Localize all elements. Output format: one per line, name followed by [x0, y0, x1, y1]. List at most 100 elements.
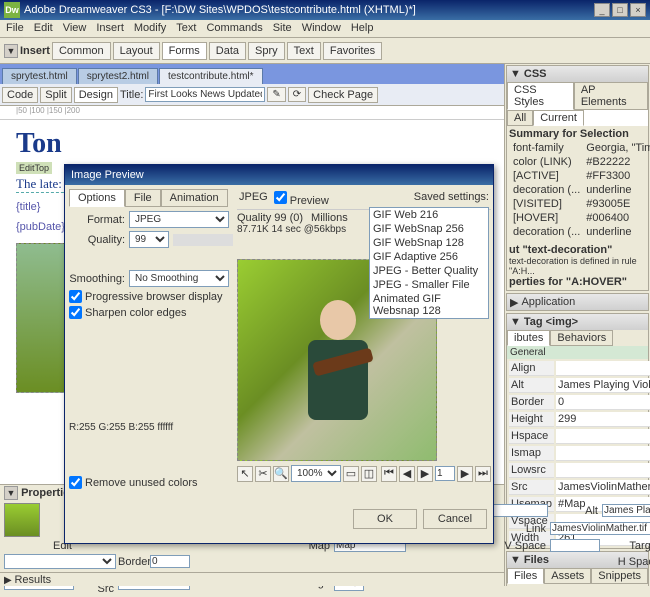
menu-file[interactable]: File: [6, 22, 24, 35]
menu-commands[interactable]: Commands: [206, 22, 262, 35]
zoom-tool-icon[interactable]: 🔍: [273, 466, 289, 482]
menu-help[interactable]: Help: [351, 22, 374, 35]
tag-attributes-table[interactable]: Align AltJames Playing Violin Border0 He…: [507, 359, 650, 548]
document-tabs: sprytest.html sprytest2.html testcontrib…: [0, 64, 504, 84]
first-frame-icon[interactable]: ⏮: [381, 466, 397, 482]
doc-tab-3[interactable]: testcontribute.html*: [159, 68, 263, 84]
doc-tab-1[interactable]: sprytest.html: [2, 68, 77, 84]
title-input[interactable]: [145, 87, 265, 102]
files-tab-snippets[interactable]: Snippets: [591, 568, 648, 584]
last-frame-icon[interactable]: ⏭: [475, 466, 491, 482]
check-page-button[interactable]: Check Page: [308, 87, 378, 103]
files-tab-assets[interactable]: Assets: [544, 568, 591, 584]
prev-frame-icon[interactable]: ◀: [399, 466, 415, 482]
css-subtab-all[interactable]: All: [507, 110, 533, 126]
results-panel[interactable]: ▶ Results: [0, 572, 504, 586]
play-icon[interactable]: ▶: [417, 466, 433, 482]
saved-opt-4[interactable]: JPEG - Better Quality: [370, 264, 488, 278]
smoothing-select[interactable]: No Smoothing: [129, 270, 229, 287]
format-select[interactable]: JPEG: [129, 211, 229, 228]
files-expand-icon[interactable]: ▼: [510, 554, 521, 566]
props-expand-icon[interactable]: ▼: [4, 486, 18, 500]
quality-select[interactable]: 99: [129, 231, 169, 248]
css-subtab-current[interactable]: Current: [533, 110, 584, 126]
app-expand-icon[interactable]: ▶: [510, 296, 518, 309]
dialog-tab-options[interactable]: Options: [69, 189, 125, 207]
menu-modify[interactable]: Modify: [134, 22, 166, 35]
menu-insert[interactable]: Insert: [96, 22, 124, 35]
app-logo: Dw: [4, 2, 20, 18]
insert-tab-text[interactable]: Text: [287, 42, 321, 60]
split-1-icon[interactable]: ▭: [343, 466, 359, 482]
page-heading: Ton: [16, 128, 488, 160]
minimize-button[interactable]: _: [594, 3, 610, 17]
css-expand-icon[interactable]: ▼: [510, 68, 521, 80]
insert-tab-data[interactable]: Data: [209, 42, 246, 60]
dialog-tab-file[interactable]: File: [125, 189, 161, 207]
frame-input[interactable]: [435, 466, 455, 481]
preview-checkbox[interactable]: [274, 191, 287, 204]
props-alt-input[interactable]: [602, 504, 650, 517]
files-tab-files[interactable]: Files: [507, 568, 544, 584]
saved-settings-label: Saved settings:: [414, 191, 489, 207]
insert-bar: ▼ Insert Common Layout Forms Data Spry T…: [0, 38, 650, 64]
info-millions: Millions: [311, 212, 348, 224]
tag-section-general[interactable]: General: [507, 346, 648, 359]
code-view-button[interactable]: Code: [2, 87, 38, 103]
insert-tab-favorites[interactable]: Favorites: [323, 42, 382, 60]
insert-tab-spry[interactable]: Spry: [248, 42, 285, 60]
sharpen-checkbox[interactable]: [69, 306, 82, 319]
css-tab-ap[interactable]: AP Elements: [574, 82, 648, 110]
css-rule-text: text-decoration is defined in rule "A:H.…: [509, 256, 646, 276]
menu-text[interactable]: Text: [176, 22, 196, 35]
props-border-input[interactable]: [150, 555, 190, 568]
maximize-button[interactable]: □: [612, 3, 628, 17]
insert-tab-common[interactable]: Common: [52, 42, 111, 60]
saved-opt-3[interactable]: GIF Adaptive 256: [370, 250, 488, 264]
close-button[interactable]: ×: [630, 3, 646, 17]
next-frame-icon[interactable]: ▶: [457, 466, 473, 482]
ruler: |50 |100 |150 |200: [0, 106, 504, 120]
split-2-icon[interactable]: ◫: [361, 466, 377, 482]
menu-edit[interactable]: Edit: [34, 22, 53, 35]
progressive-checkbox[interactable]: [69, 290, 82, 303]
saved-opt-0[interactable]: GIF Web 216: [370, 208, 488, 222]
css-summary-table: font-familyGeorgia, "Times New Ro... col…: [509, 140, 650, 240]
props-target-select[interactable]: [4, 554, 116, 569]
css-props-for: perties for "A:HOVER": [509, 276, 627, 288]
props-hspace-label: H Space: [602, 556, 650, 568]
zoom-select[interactable]: 100%: [291, 465, 341, 482]
tag-expand-icon[interactable]: ▼: [510, 316, 521, 328]
dialog-tab-animation[interactable]: Animation: [161, 189, 228, 207]
toolbar-icon-2[interactable]: ⟳: [288, 87, 306, 102]
css-tab-styles[interactable]: CSS Styles: [507, 82, 574, 110]
saved-settings-dropdown[interactable]: GIF Web 216 GIF WebSnap 256 GIF WebSnap …: [369, 207, 489, 319]
crop-tool-icon[interactable]: ✂: [255, 466, 271, 482]
toolbar-icon-1[interactable]: ✎: [267, 87, 285, 102]
props-link-input[interactable]: [550, 522, 650, 535]
menu-site[interactable]: Site: [273, 22, 292, 35]
saved-opt-1[interactable]: GIF WebSnap 256: [370, 222, 488, 236]
saved-opt-6[interactable]: Animated GIF Websnap 128: [370, 292, 488, 318]
remove-unused-checkbox[interactable]: [69, 476, 82, 489]
insert-tab-layout[interactable]: Layout: [113, 42, 160, 60]
css-rule-title: ut "text-decoration": [509, 244, 612, 256]
split-view-button[interactable]: Split: [40, 87, 71, 103]
insert-expand-icon[interactable]: ▼: [4, 44, 18, 58]
quality-slider[interactable]: [173, 234, 233, 246]
saved-opt-2[interactable]: GIF WebSnap 128: [370, 236, 488, 250]
cancel-button[interactable]: Cancel: [423, 509, 487, 529]
saved-opt-5[interactable]: JPEG - Smaller File: [370, 278, 488, 292]
design-view-button[interactable]: Design: [74, 87, 118, 103]
ok-button[interactable]: OK: [353, 509, 417, 529]
tag-tab-attr[interactable]: ibutes: [507, 330, 550, 346]
props-vspace-input[interactable]: [550, 539, 600, 552]
menu-window[interactable]: Window: [302, 22, 341, 35]
doc-tab-2[interactable]: sprytest2.html: [78, 68, 158, 84]
info-format: JPEG: [239, 191, 268, 207]
insert-tab-forms[interactable]: Forms: [162, 42, 207, 60]
tag-tab-behav[interactable]: Behaviors: [550, 330, 613, 346]
progressive-label: Progressive browser display: [85, 291, 223, 303]
menu-view[interactable]: View: [63, 22, 87, 35]
pointer-tool-icon[interactable]: ↖: [237, 466, 253, 482]
